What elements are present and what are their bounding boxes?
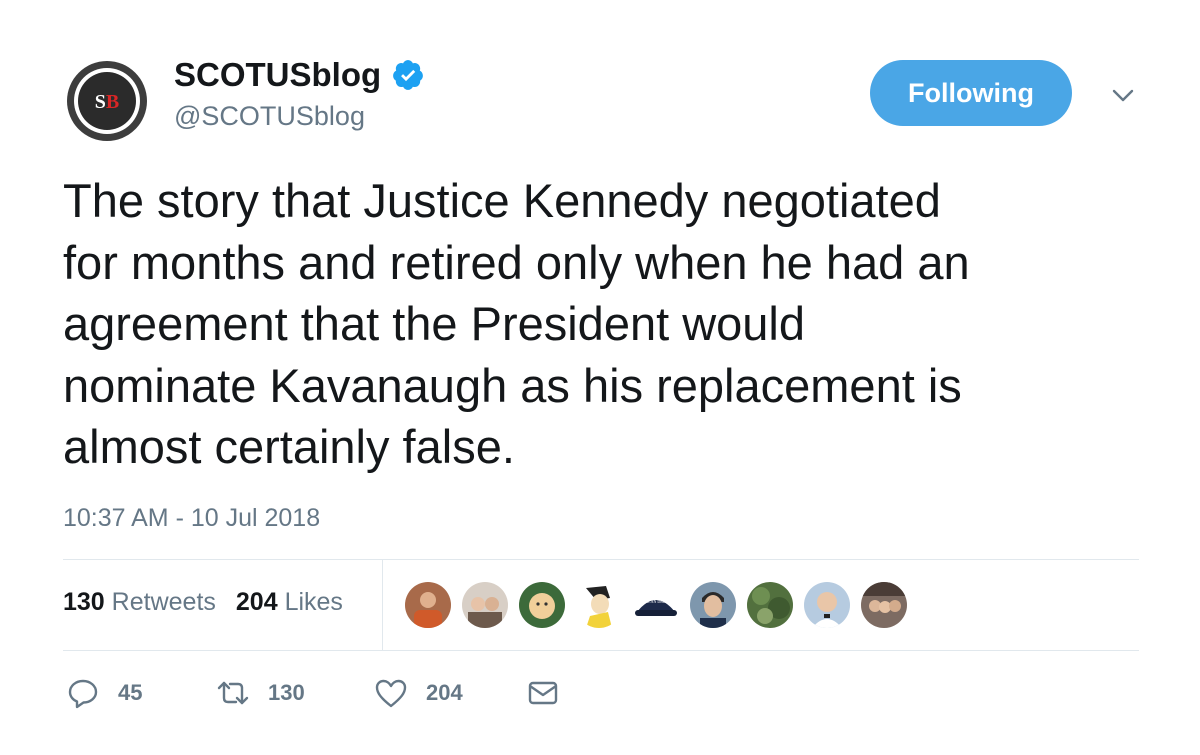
like-count: 204 (426, 680, 463, 705)
likers-list: AMERICAN DREAMER (405, 582, 907, 628)
avatar[interactable]: SB (66, 60, 148, 142)
liker-hat-text: AMERICAN DREAMER (635, 599, 677, 604)
direct-message-button[interactable] (526, 676, 560, 710)
following-button[interactable]: Following (870, 60, 1072, 126)
divider-top (63, 559, 1139, 560)
liker-avatar-4[interactable] (576, 582, 622, 628)
likes-label: Likes (284, 588, 343, 616)
account-handle[interactable]: @SCOTUSblog (174, 100, 425, 132)
tweet-timestamp[interactable]: 10:37 AM - 10 Jul 2018 (63, 504, 320, 533)
retweet-button[interactable]: 130 (216, 676, 374, 710)
envelope-icon (528, 681, 558, 705)
reply-button[interactable]: 45 (66, 676, 216, 710)
likes-count: 204 (235, 588, 278, 616)
liker-avatar-8[interactable] (804, 582, 850, 628)
retweet-count: 130 (268, 680, 305, 705)
tweet-actions: 45 130 204 (66, 676, 560, 710)
avatar-logo-text: SB (95, 91, 119, 113)
liker-avatar-9[interactable] (861, 582, 907, 628)
account-header: SCOTUSblog @SCOTUSblog (174, 56, 425, 132)
liker-avatar-6[interactable] (690, 582, 736, 628)
liker-avatar-2[interactable] (462, 582, 508, 628)
retweets-count: 130 (63, 588, 105, 616)
reply-count: 45 (118, 680, 143, 705)
liker-avatar-1[interactable] (405, 582, 451, 628)
liker-avatar-7[interactable] (747, 582, 793, 628)
liker-avatar-5[interactable]: AMERICAN DREAMER (633, 582, 679, 628)
retweet-icon (217, 681, 249, 705)
display-name-text[interactable]: SCOTUSblog (174, 56, 381, 94)
retweets-stat[interactable]: 130 Retweets (63, 588, 216, 617)
liker-avatar-3[interactable] (519, 582, 565, 628)
retweets-label: Retweets (111, 588, 216, 616)
stats-divider (382, 560, 383, 650)
like-button[interactable]: 204 (374, 676, 526, 710)
reply-icon (68, 679, 98, 709)
divider-bottom (63, 650, 1139, 651)
likes-stat[interactable]: 204 Likes (236, 588, 343, 617)
display-name[interactable]: SCOTUSblog (174, 56, 425, 94)
tweet-stats: 130 Retweets 204 Likes (63, 588, 343, 617)
verified-badge-icon (393, 60, 424, 90)
chevron-down-icon[interactable] (1108, 80, 1138, 110)
tweet-text: The story that Justice Kennedy negotiate… (63, 174, 970, 473)
heart-icon (375, 679, 407, 708)
